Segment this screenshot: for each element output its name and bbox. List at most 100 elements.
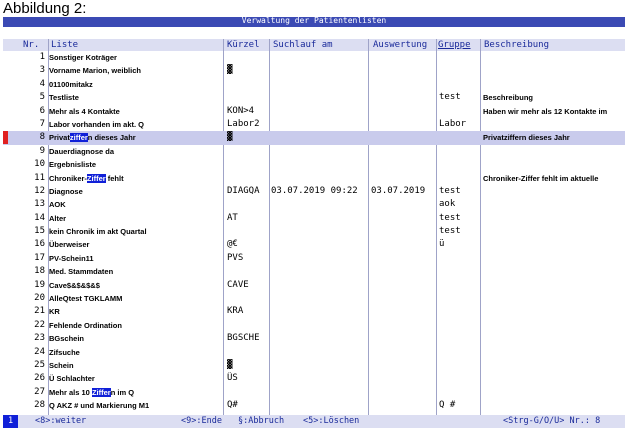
list-name: 01100mitakz [49, 79, 93, 89]
row-number: 18 [34, 266, 45, 277]
gruppe-cell: test [439, 185, 461, 196]
row-number: 19 [34, 279, 45, 290]
table-row[interactable]: 18 Med. Stammdaten [3, 265, 625, 278]
row-number: 25 [34, 359, 45, 370]
terminal-screen: Verwaltung der Patientenlisten Nr. Liste… [3, 17, 625, 430]
col-header-nr[interactable]: Nr. [23, 39, 39, 51]
row-number: 15 [34, 226, 45, 237]
table-row[interactable]: 9 Dauerdiagnose da [3, 145, 625, 158]
table-row[interactable]: 24 Zifsuche [3, 346, 625, 359]
col-header-kuerzel[interactable]: Kürzel [227, 39, 260, 51]
row-number: 20 [34, 293, 45, 304]
kuerzel-cell: Labor2 [227, 118, 260, 129]
search-highlight: ziffer [69, 133, 88, 143]
kuerzel-cell: ▓ [227, 65, 233, 76]
table-row[interactable]: 4 01100mitakz [3, 78, 625, 91]
table-row[interactable]: 7 Labor vorhanden im akt. Q Labor2 Labor [3, 118, 625, 131]
list-name: PV-Schein11 [49, 253, 94, 263]
table-row[interactable]: 28 Q AKZ # und Markierung M1 Q# Q # [3, 399, 625, 412]
table-row[interactable]: 22 Fehlende Ordination [3, 319, 625, 332]
beschreibung-cell: Haben wir mehr als 12 Kontakte im [483, 106, 608, 116]
beschreibung-cell: Beschreibung [483, 93, 534, 103]
table-row[interactable]: 12 Diagnose DIAGQA 03.07.2019 09:22 03.07.20… [3, 185, 625, 198]
row-number: 5 [39, 92, 45, 103]
list-name-text: Privat [49, 133, 70, 143]
auswertung-cell: 03.07.2019 [371, 185, 426, 196]
table-row[interactable]: 6 Mehr als 4 Kontakte KON>4 Haben wir mehr … [3, 105, 625, 118]
row-number: 26 [34, 373, 45, 384]
list-name: Testliste [49, 93, 79, 103]
table-row[interactable]: 19 Cave$&$&$&$ CAVE [3, 279, 625, 292]
list-name: Sonstiger Koträger [49, 53, 117, 62]
list-name: Chroniker-Ziffer fehlt [49, 172, 221, 185]
row-number: 22 [34, 319, 45, 330]
beschreibung-cell: Privatziffern dieses Jahr [483, 133, 570, 143]
table-row[interactable]: 5 Testliste test Beschreibung [3, 91, 625, 104]
kuerzel-cell: ▓ [227, 132, 233, 143]
row-number: 14 [34, 212, 45, 223]
kuerzel-cell: ▓ [227, 359, 233, 370]
col-header-beschreibung[interactable]: Beschreibung [484, 39, 549, 51]
ende-key[interactable]: <9>:Ende [181, 415, 222, 428]
table-row[interactable]: 10 Ergebnisliste [3, 158, 625, 171]
list-name-text: n im Q [110, 387, 135, 397]
strg-hint: <Strg-G/O/U> Nr.: 8 [503, 416, 601, 426]
kuerzel-cell: KRA [227, 306, 244, 317]
table-row[interactable]: 26 Ü Schlachter ÜS [3, 372, 625, 385]
table-row[interactable]: 11 Chroniker-Ziffer fehlt Chroniker-Ziffer… [3, 172, 625, 185]
status-bar: 1 <8>:weiter <9>:Ende §:Abbruch <5>:Lösc… [3, 415, 625, 428]
col-header-liste[interactable]: Liste [51, 39, 78, 51]
table-row[interactable]: 15 kein Chronik im akt Quartal test [3, 225, 625, 238]
kuerzel-cell: ÜS [227, 373, 238, 384]
selection-marker [3, 131, 8, 145]
list-name: Ergebnisliste [49, 160, 97, 170]
kuerzel-cell: Q# [227, 400, 238, 411]
loeschen-key[interactable]: <5>:Löschen [303, 415, 359, 428]
list-name: Mehr als 10 Ziffern im Q [49, 386, 221, 399]
column-header: Nr. Liste Kürzel Suchlauf am Auswertung … [3, 39, 625, 51]
gruppe-cell: Labor [439, 118, 467, 129]
gruppe-cell: test [439, 92, 461, 103]
list-name: Ü Schlachter [49, 374, 95, 384]
row-number: 16 [34, 239, 45, 250]
row-number: 28 [34, 400, 45, 411]
figure-caption: Abbildung 2: [3, 0, 87, 17]
row-number: 12 [34, 185, 45, 196]
list-name: Dauerdiagnose da [49, 146, 115, 156]
list-name: Schein [49, 360, 74, 370]
table-row[interactable]: 21 KR KRA [3, 305, 625, 318]
gruppe-cell: test [439, 212, 461, 223]
row-number: 13 [34, 199, 45, 210]
kuerzel-cell: DIAGQA [227, 185, 260, 196]
suchlauf-cell: 03.07.2019 09:22 [271, 185, 358, 196]
kuerzel-cell: KON>4 [227, 105, 255, 116]
col-header-auswertung[interactable]: Auswertung [373, 39, 427, 51]
list-name: AlleQtest TGKLAMM [49, 294, 123, 304]
col-header-gruppe[interactable]: Gruppe [438, 39, 471, 51]
list-name: Zifsuche [49, 347, 80, 357]
table-row[interactable]: 23 BGschein BGSCHE [3, 332, 625, 345]
window-title: Verwaltung der Patientenlisten [3, 17, 625, 27]
table-row[interactable]: 27 Mehr als 10 Ziffern im Q [3, 386, 625, 399]
col-header-suchlauf[interactable]: Suchlauf am [273, 39, 333, 51]
gruppe-cell: ü [439, 239, 445, 250]
table-row[interactable]: 14 Alter AT test [3, 212, 625, 225]
abbruch-key[interactable]: §:Abbruch [238, 415, 284, 428]
search-highlight: Ziffer [86, 173, 106, 183]
list-name: BGschein [49, 334, 85, 344]
table-row[interactable]: 1 Sonstiger Koträger [3, 51, 625, 64]
table-row[interactable]: 16 Überweiser @€ ü [3, 238, 625, 251]
weiter-key[interactable]: <8>:weiter [35, 415, 86, 428]
row-number: 17 [34, 252, 45, 263]
table-row[interactable]: 20 AlleQtest TGKLAMM [3, 292, 625, 305]
row-number: 7 [39, 118, 45, 129]
table-row[interactable]: 17 PV-Schein11 PVS [3, 252, 625, 265]
search-highlight: Ziffer [91, 387, 111, 397]
kuerzel-cell: CAVE [227, 279, 249, 290]
row-number: 24 [34, 346, 45, 357]
table-row[interactable]: 13 AOK aok [3, 198, 625, 211]
table-row[interactable]: 3 Vorname Marion, weiblich ▓ [3, 64, 625, 77]
table-row[interactable]: 25 Schein ▓ [3, 359, 625, 372]
table-row[interactable]: 8 Privatziffern dieses Jahr ▓ Privatziffern… [3, 131, 625, 145]
list-name: Labor vorhanden im akt. Q [49, 119, 145, 129]
